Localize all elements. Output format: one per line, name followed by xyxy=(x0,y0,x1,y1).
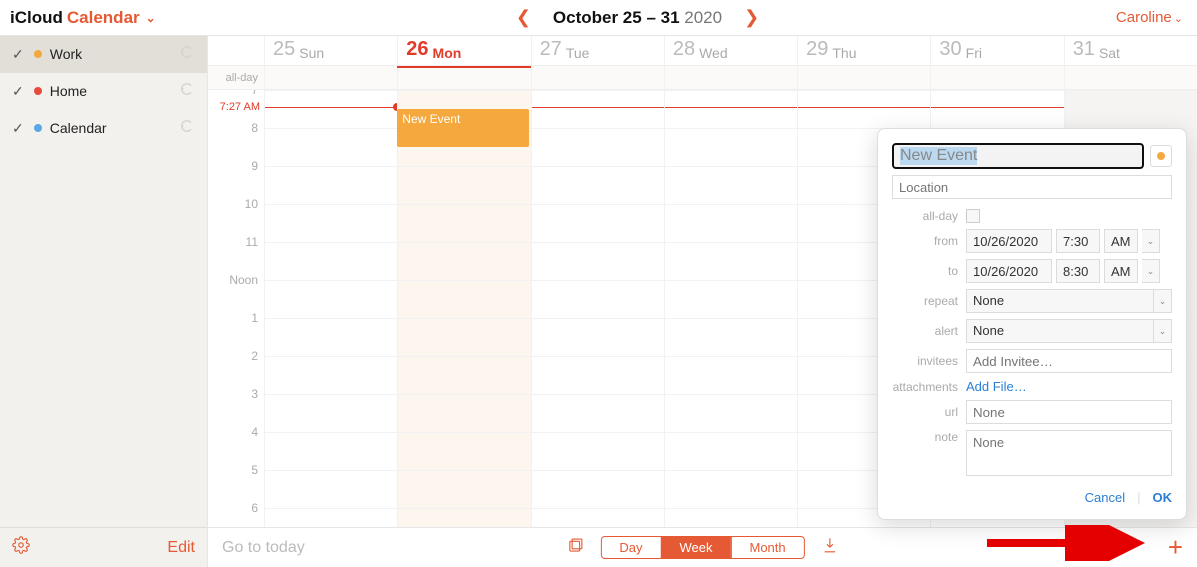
day-header[interactable]: 28Wed xyxy=(664,36,797,65)
edit-button[interactable]: Edit xyxy=(167,539,195,557)
sidebar-calendar-item[interactable]: ✓ Home xyxy=(0,73,207,110)
event-title-input[interactable] xyxy=(892,143,1144,169)
alert-select[interactable]: None⌄ xyxy=(966,319,1172,343)
day-column[interactable] xyxy=(664,90,797,527)
cancel-button[interactable]: Cancel xyxy=(1085,490,1125,505)
check-icon: ✓ xyxy=(12,120,24,137)
chevron-down-icon[interactable]: ⌄ xyxy=(1142,259,1160,283)
day-header[interactable]: 31Sat xyxy=(1064,36,1197,65)
user-menu[interactable]: Caroline⌄ xyxy=(1067,9,1197,26)
from-time-input[interactable] xyxy=(1056,229,1100,253)
sidebar: ✓ Work ✓ Home ✓ Calendar Edit xyxy=(0,36,208,567)
gear-icon[interactable] xyxy=(12,536,30,559)
day-header[interactable]: 26Mon xyxy=(397,36,530,65)
day-header[interactable]: 25Sun xyxy=(264,36,397,65)
allday-label: all-day xyxy=(208,66,264,89)
download-icon[interactable] xyxy=(821,536,839,559)
check-icon: ✓ xyxy=(12,46,24,63)
chevron-down-icon: ⌄ xyxy=(1154,319,1172,343)
calendar-color-dot xyxy=(34,50,42,58)
chevron-down-icon: ⌄ xyxy=(1174,13,1183,25)
day-column[interactable] xyxy=(264,90,397,527)
check-icon: ✓ xyxy=(12,83,24,100)
go-to-today-input[interactable]: Go to today xyxy=(222,539,305,557)
add-event-button[interactable]: + xyxy=(1168,532,1183,563)
sidebar-calendar-item[interactable]: ✓ Calendar xyxy=(0,110,207,147)
calendar-name: Calendar xyxy=(50,120,107,136)
note-textarea[interactable] xyxy=(966,430,1172,476)
next-week-button[interactable]: ❯ xyxy=(744,7,759,28)
day-header[interactable]: 27Tue xyxy=(531,36,664,65)
view-day[interactable]: Day xyxy=(601,537,660,558)
top-bar: iCloud Calendar ⌄ ❮ October 25 – 31 2020… xyxy=(0,0,1197,36)
chevron-down-icon[interactable]: ⌄ xyxy=(1142,229,1160,253)
view-month[interactable]: Month xyxy=(730,537,803,558)
calendar-name: Work xyxy=(50,46,82,62)
day-header[interactable]: 29Thu xyxy=(797,36,930,65)
overlay-calendars-icon[interactable] xyxy=(566,536,584,559)
bottom-bar: Go to today DayWeekMonth + xyxy=(208,527,1197,567)
chevron-down-icon: ⌄ xyxy=(1154,289,1172,313)
url-input[interactable] xyxy=(966,400,1172,424)
day-header[interactable]: 30Fri xyxy=(930,36,1063,65)
repeat-select[interactable]: None⌄ xyxy=(966,289,1172,313)
to-time-input[interactable] xyxy=(1056,259,1100,283)
share-icon[interactable] xyxy=(179,118,195,139)
app-name: Calendar xyxy=(67,8,140,28)
allday-label: all-day xyxy=(892,209,966,223)
to-ampm-input[interactable] xyxy=(1104,259,1138,283)
chevron-down-icon: ⌄ xyxy=(146,11,156,25)
from-date-input[interactable] xyxy=(966,229,1052,253)
view-week[interactable]: Week xyxy=(660,537,730,558)
view-segment: DayWeekMonth xyxy=(600,536,804,559)
event-location-input[interactable] xyxy=(892,175,1172,199)
event-calendar-picker[interactable] xyxy=(1150,145,1172,167)
invitees-input[interactable] xyxy=(966,349,1172,373)
prev-week-button[interactable]: ❮ xyxy=(516,7,531,28)
calendar-event[interactable]: New Event xyxy=(397,109,528,147)
app-title-dropdown[interactable]: iCloud Calendar ⌄ xyxy=(0,8,208,28)
add-file-button[interactable]: Add File… xyxy=(966,379,1027,394)
sidebar-calendar-item[interactable]: ✓ Work xyxy=(0,36,207,73)
share-icon[interactable] xyxy=(179,81,195,102)
calendar-name: Home xyxy=(50,83,87,99)
date-range: October 25 – 31 2020 xyxy=(553,8,722,28)
event-editor-popover: all-day from ⌄ to ⌄ repea xyxy=(877,128,1187,520)
day-column[interactable] xyxy=(397,90,530,527)
calendar-color-dot xyxy=(34,87,42,95)
calendar-color-dot xyxy=(34,124,42,132)
app-prefix: iCloud xyxy=(10,8,63,28)
ok-button[interactable]: OK xyxy=(1153,490,1173,505)
allday-checkbox[interactable] xyxy=(966,209,980,223)
to-date-input[interactable] xyxy=(966,259,1052,283)
from-ampm-input[interactable] xyxy=(1104,229,1138,253)
share-icon[interactable] xyxy=(179,44,195,65)
day-column[interactable] xyxy=(531,90,664,527)
